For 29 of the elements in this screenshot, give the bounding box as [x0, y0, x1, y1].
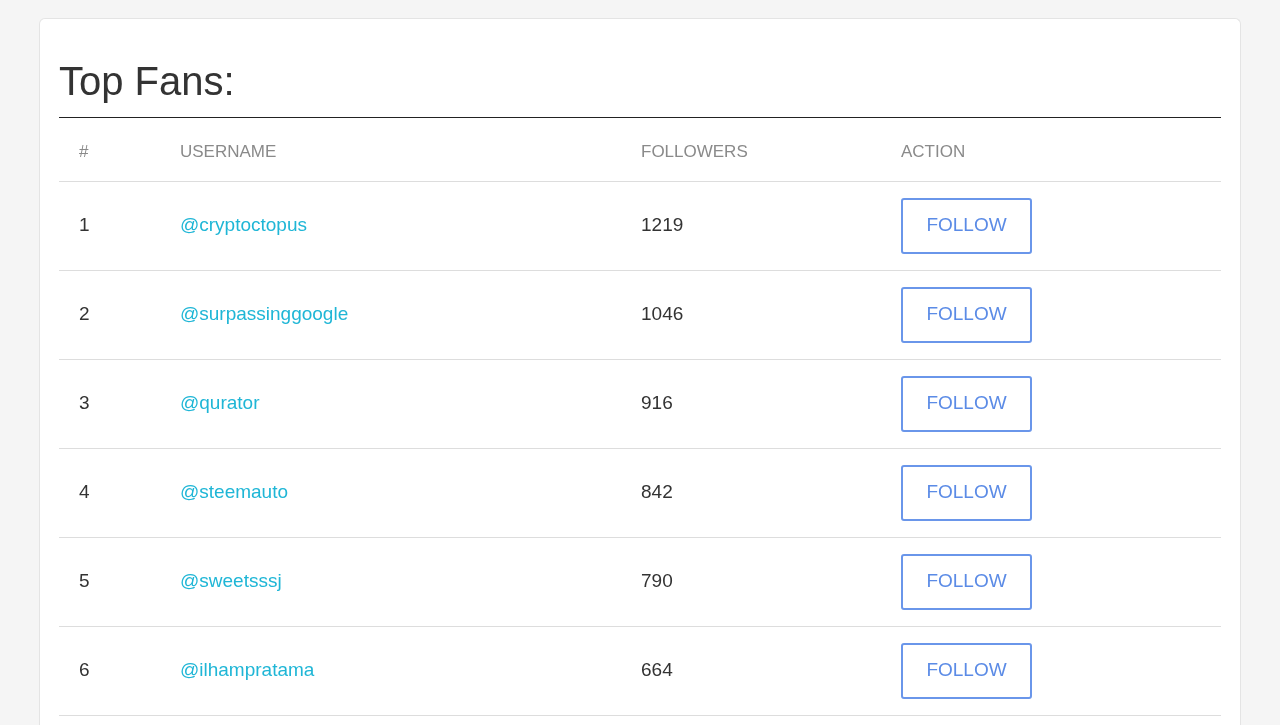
rank-cell: 5 [59, 537, 160, 626]
username-link[interactable]: @ilhampratama [180, 659, 315, 681]
username-link[interactable]: @sweetsssj [180, 570, 282, 592]
column-header: USERNAME [160, 118, 621, 181]
username-link[interactable]: @surpassinggoogle [180, 303, 349, 325]
followers-cell: 790 [621, 537, 881, 626]
rank-cell: 3 [59, 359, 160, 448]
rank-cell: 4 [59, 448, 160, 537]
followers-cell: 664 [621, 626, 881, 715]
follow-button[interactable]: FOLLOW [901, 197, 1032, 254]
followers-cell: 1046 [621, 270, 881, 359]
username-link[interactable]: @cryptoctopus [180, 214, 307, 236]
followers-cell: 1219 [621, 181, 881, 270]
username-link[interactable]: @steemauto [180, 481, 288, 503]
followers-cell: 916 [621, 359, 881, 448]
column-header: ACTION [881, 118, 1221, 181]
follow-button[interactable]: FOLLOW [901, 286, 1032, 343]
follow-button[interactable]: FOLLOW [901, 553, 1032, 610]
rank-cell: 6 [59, 626, 160, 715]
follow-button[interactable]: FOLLOW [901, 464, 1032, 521]
rank-cell: 1 [59, 181, 160, 270]
column-header: FOLLOWERS [621, 118, 881, 181]
rank-cell: 2 [59, 270, 160, 359]
column-header: # [59, 118, 160, 181]
follow-button[interactable]: FOLLOW [901, 642, 1032, 699]
page-title: Top Fans: [59, 57, 1221, 118]
follow-button[interactable]: FOLLOW [901, 375, 1032, 432]
followers-cell: 842 [621, 448, 881, 537]
username-link[interactable]: @qurator [180, 392, 260, 414]
